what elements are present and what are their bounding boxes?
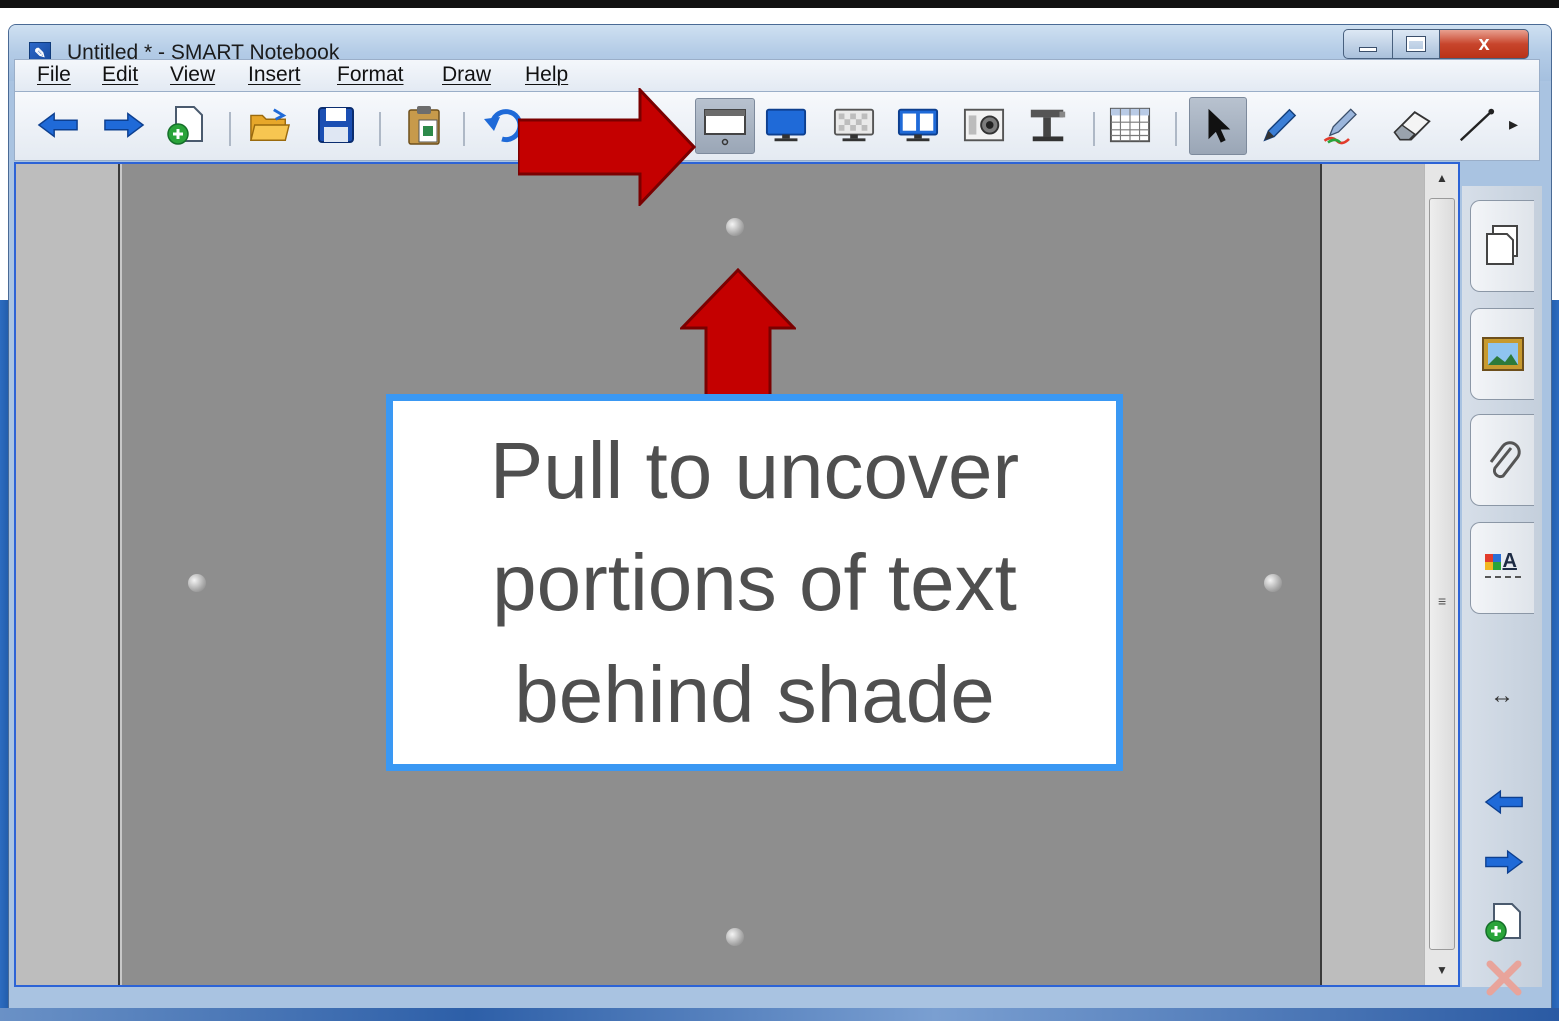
- callout-line-1: Pull to uncover: [489, 425, 1020, 515]
- camera-icon: [963, 108, 1005, 142]
- toolbar-separator: [229, 112, 231, 146]
- attachments-icon: [1489, 441, 1521, 479]
- gallery-tab[interactable]: [1470, 308, 1534, 400]
- shade-bottom-handle[interactable]: [726, 928, 744, 946]
- menu-format[interactable]: Format: [337, 63, 404, 87]
- arrow-left-icon: [37, 112, 78, 138]
- shade-left-handle[interactable]: [188, 574, 206, 592]
- add-page-icon: [167, 106, 203, 145]
- next-page-button[interactable]: [103, 104, 145, 146]
- add-page-icon: [1485, 903, 1521, 942]
- maximize-button[interactable]: [1392, 29, 1440, 59]
- vertical-scrollbar[interactable]: ▲ ≡ ▼: [1424, 164, 1458, 985]
- menu-help[interactable]: Help: [525, 63, 568, 87]
- pen-button[interactable]: [1257, 104, 1299, 146]
- properties-icon: A: [1483, 550, 1523, 586]
- shade-top-handle[interactable]: [726, 218, 744, 236]
- toolbar-separator: [1175, 112, 1177, 146]
- screenshot-root: ✎ Untitled * - SMART Notebook x File Edi…: [0, 0, 1559, 1021]
- minimize-icon: [1359, 46, 1377, 52]
- page-margin-left: [16, 164, 120, 985]
- dual-page-button[interactable]: [897, 104, 939, 146]
- floppy-disk-icon: [318, 107, 354, 143]
- toolbar-separator: [1093, 112, 1095, 146]
- side-delete-page-button[interactable]: [1484, 958, 1524, 998]
- scroll-down-icon[interactable]: ▼: [1432, 960, 1452, 980]
- side-previous-page-button[interactable]: [1484, 782, 1524, 822]
- document-camera-button[interactable]: [1027, 104, 1069, 146]
- cursor-arrow-icon: [1208, 108, 1231, 143]
- page-sorter-tab[interactable]: [1470, 200, 1534, 292]
- page-sorter-icon: [1485, 225, 1518, 265]
- arrow-right-icon: [1485, 849, 1524, 875]
- scrollbar-grip-icon: ≡: [1438, 593, 1447, 609]
- annotation-arrow-right: [518, 88, 696, 206]
- open-file-button[interactable]: [249, 104, 291, 146]
- menu-edit[interactable]: Edit: [102, 63, 138, 87]
- add-page-button[interactable]: [165, 104, 207, 146]
- menu-insert[interactable]: Insert: [248, 63, 301, 87]
- creative-pen-button[interactable]: [1321, 104, 1363, 146]
- side-next-page-button[interactable]: [1484, 842, 1524, 882]
- document-camera-icon: [1030, 109, 1066, 142]
- menu-draw[interactable]: Draw: [442, 63, 491, 87]
- toolbar-more-icon[interactable]: ▸: [1509, 114, 1518, 135]
- eraser-button[interactable]: [1391, 104, 1433, 146]
- page-margin-right: [1320, 164, 1424, 985]
- select-button[interactable]: [1189, 97, 1247, 155]
- monitor-icon: [765, 108, 807, 142]
- undo-button[interactable]: [481, 104, 523, 146]
- undo-icon: [484, 109, 522, 143]
- menu-view[interactable]: View: [170, 63, 215, 87]
- toolbar-separator: [379, 112, 381, 146]
- properties-tab[interactable]: A: [1470, 522, 1534, 614]
- close-icon: x: [1478, 32, 1490, 55]
- panel-move-icon[interactable]: ↔: [1490, 682, 1514, 710]
- main-toolbar: ▸: [14, 91, 1540, 161]
- side-add-page-button[interactable]: [1484, 902, 1524, 942]
- callout-line-3: behind shade: [514, 649, 995, 739]
- maximize-icon: [1406, 36, 1426, 52]
- transparent-monitor-icon: [833, 108, 875, 142]
- instruction-callout: Pull to uncover portions of text behind …: [386, 394, 1123, 771]
- delete-icon: [1486, 960, 1522, 996]
- folder-open-icon: [249, 108, 291, 141]
- pen-icon: [1263, 108, 1297, 142]
- screen-shade-button[interactable]: [695, 98, 755, 154]
- screen-capture-button[interactable]: [963, 104, 1005, 146]
- toolbar-separator: [463, 112, 465, 146]
- screen-shade-icon: [704, 109, 746, 146]
- minimize-button[interactable]: [1343, 29, 1393, 59]
- eraser-icon: [1393, 111, 1431, 141]
- callout-line-2: portions of text: [492, 537, 1017, 627]
- close-window-button[interactable]: x: [1439, 29, 1529, 59]
- scrollbar-thumb[interactable]: ≡: [1429, 198, 1455, 950]
- desktop-taskbar-edge: [0, 1008, 1559, 1021]
- creative-pen-icon: [1323, 108, 1357, 145]
- dual-display-icon: [897, 108, 939, 142]
- line-button[interactable]: [1455, 104, 1497, 146]
- attachments-tab[interactable]: [1470, 414, 1534, 506]
- side-panel: A ↔: [1462, 186, 1542, 996]
- transparent-background-button[interactable]: [833, 104, 875, 146]
- arrow-left-icon: [1484, 789, 1523, 815]
- table-icon: [1109, 107, 1151, 143]
- insert-table-button[interactable]: [1109, 104, 1151, 146]
- arrow-right-icon: [104, 112, 145, 138]
- paste-button[interactable]: [403, 104, 445, 146]
- screen-top-edge: [0, 0, 1559, 8]
- previous-page-button[interactable]: [37, 104, 79, 146]
- annotation-arrow-up: [680, 268, 796, 396]
- save-button[interactable]: [315, 104, 357, 146]
- gallery-icon: [1481, 337, 1524, 371]
- shade-right-handle[interactable]: [1264, 574, 1282, 592]
- full-screen-button[interactable]: [765, 104, 807, 146]
- menu-file[interactable]: File: [37, 63, 71, 87]
- scroll-up-icon[interactable]: ▲: [1432, 168, 1452, 188]
- line-icon: [1459, 108, 1495, 142]
- clipboard-icon: [408, 106, 440, 145]
- properties-label: A: [1502, 550, 1517, 572]
- menu-bar: File Edit View Insert Format Draw Help: [14, 59, 1540, 91]
